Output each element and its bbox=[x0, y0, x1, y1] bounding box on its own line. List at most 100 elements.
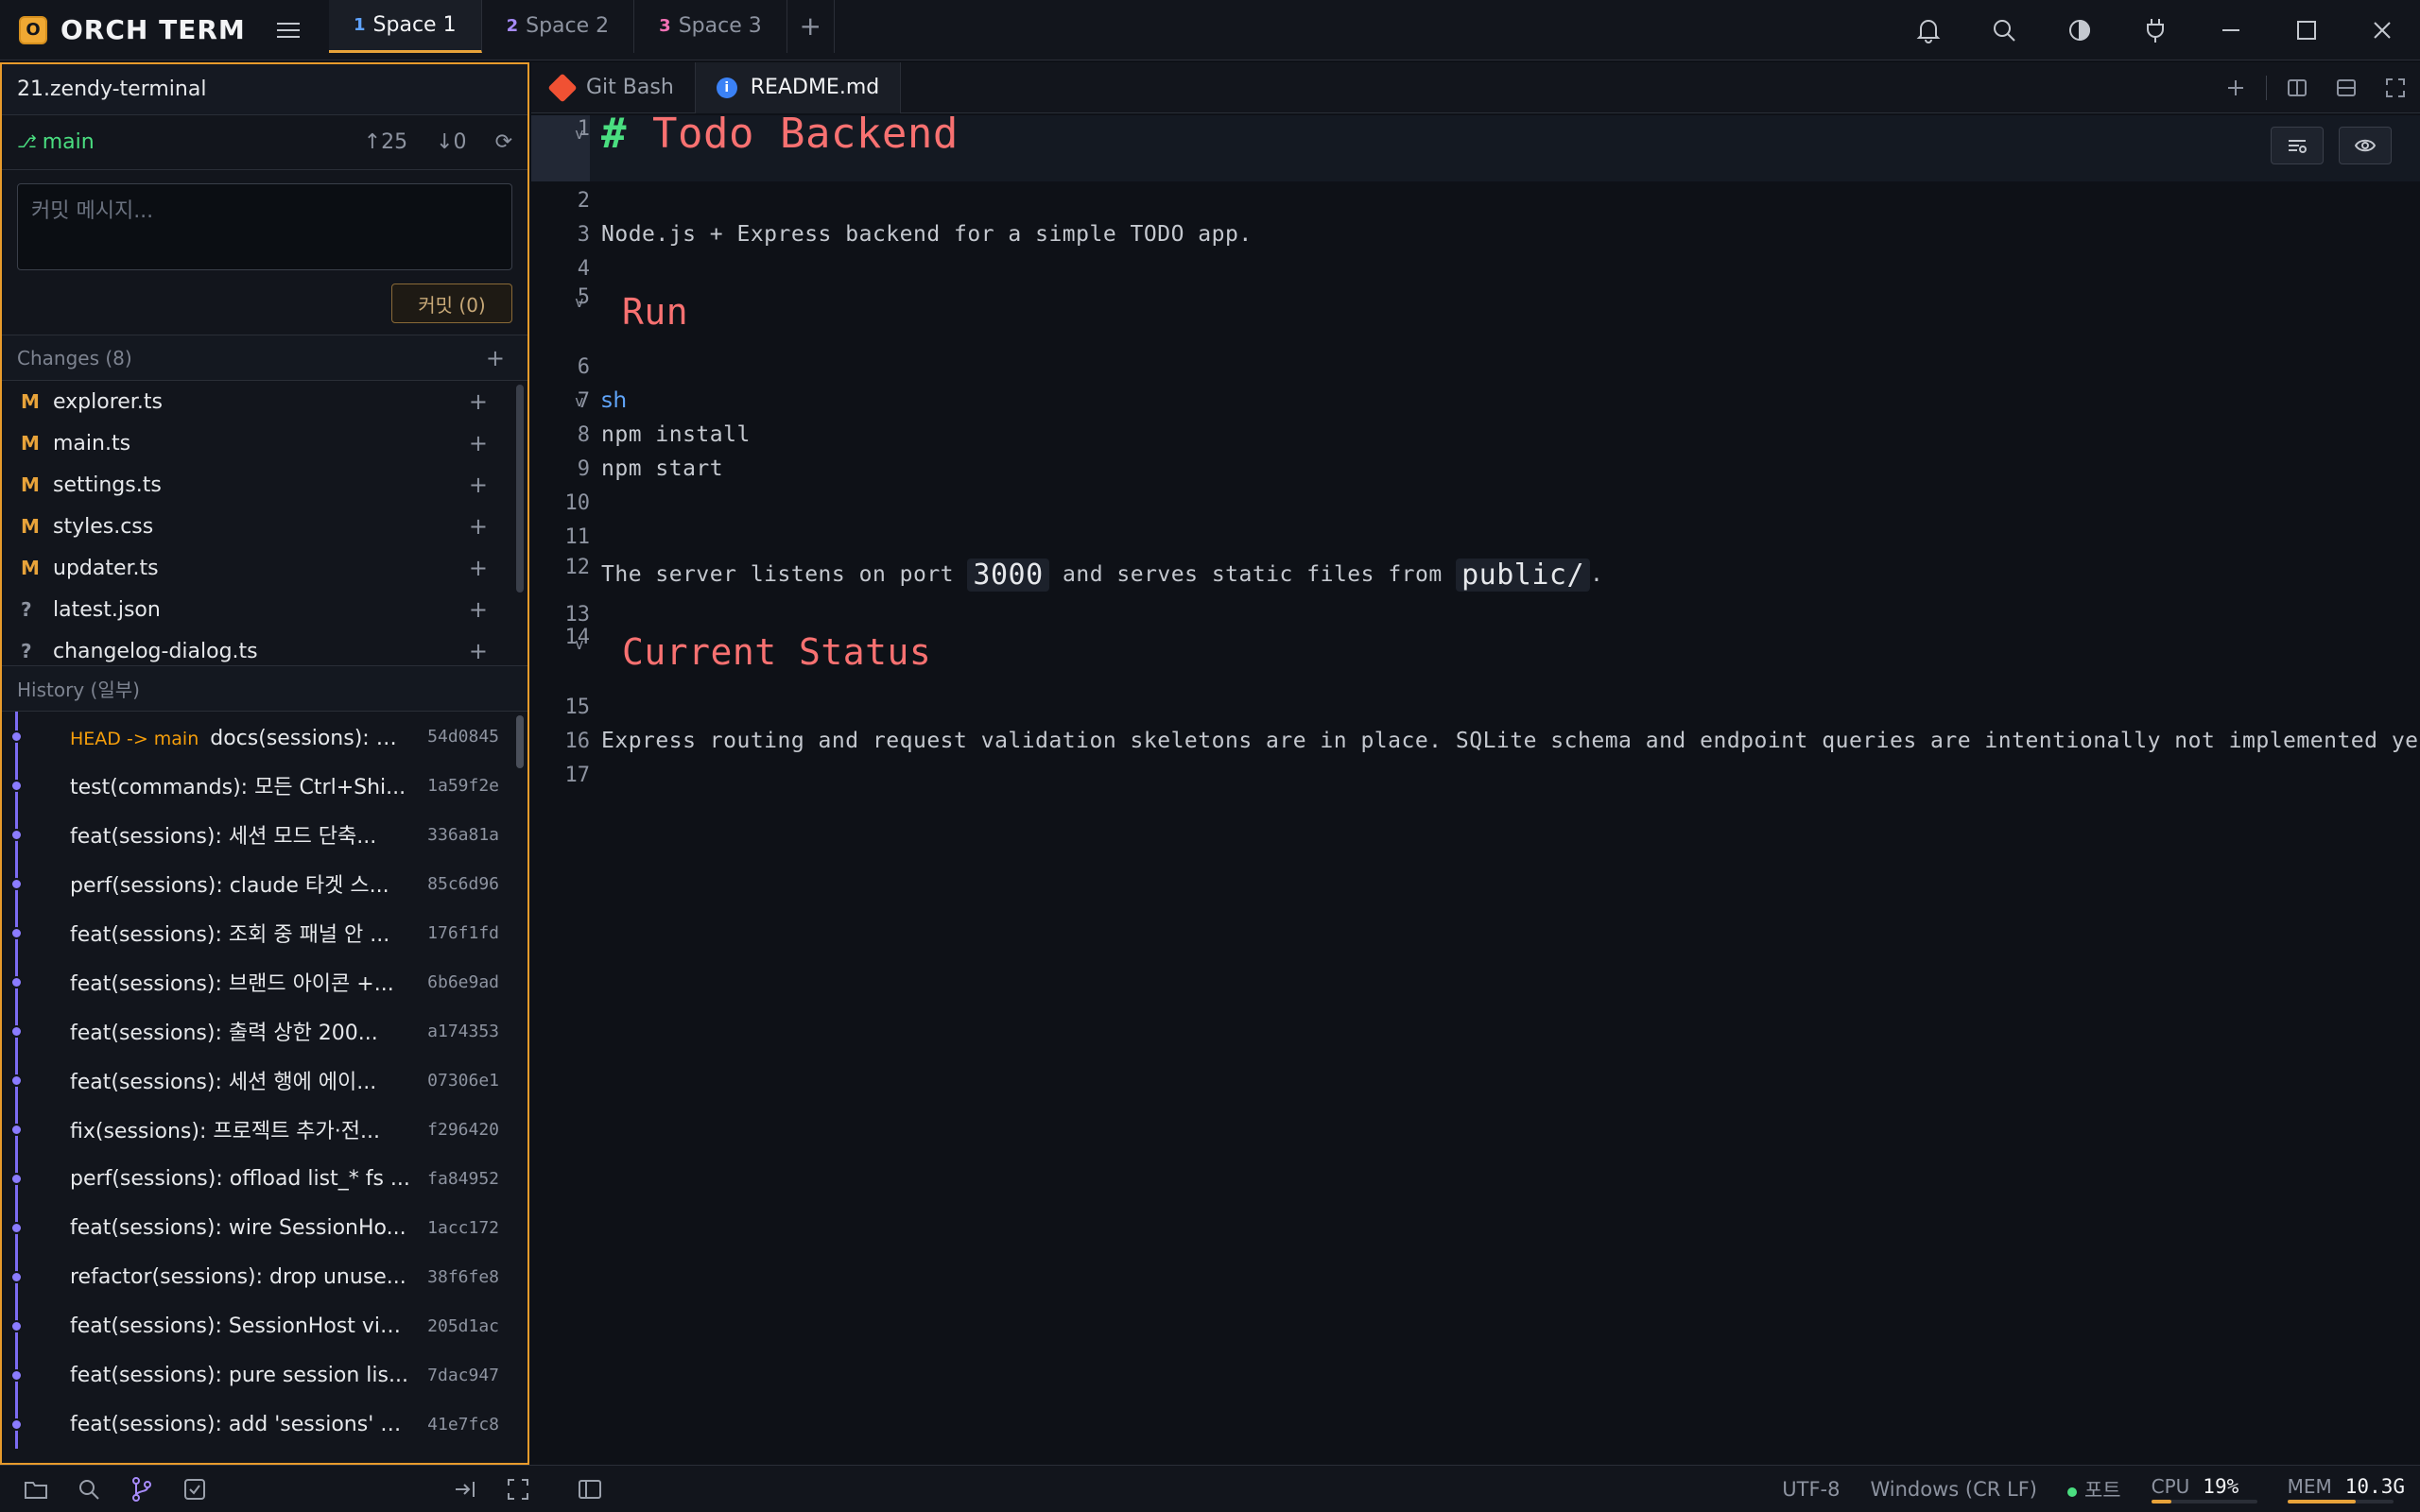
ports-indicator[interactable]: 포트 bbox=[2066, 1475, 2121, 1503]
commit-button[interactable]: 커밋 (0) bbox=[391, 284, 512, 323]
branch-icon: ⎇ bbox=[17, 132, 37, 152]
change-item[interactable]: Mupdater.ts + bbox=[2, 547, 527, 589]
refresh-icon[interactable]: ⟳ bbox=[495, 130, 512, 154]
editor-view-buttons bbox=[2256, 127, 2392, 164]
maximize-button[interactable] bbox=[2269, 0, 2344, 60]
history-commit-row[interactable]: feat(sessions): add 'sessions' s... 41e7f… bbox=[2, 1400, 527, 1449]
workspace-tab-2[interactable]: 2 Space 2 bbox=[482, 0, 635, 53]
theme-toggle-button[interactable] bbox=[2042, 0, 2118, 60]
history-commit-row[interactable]: feat(sessions): 세션 행에 에이... 07306e1 bbox=[2, 1056, 527, 1105]
preview-button[interactable] bbox=[2339, 127, 2392, 164]
outline-button[interactable] bbox=[2271, 127, 2324, 164]
stage-file-button[interactable]: + bbox=[469, 638, 488, 664]
stage-file-button[interactable]: + bbox=[469, 596, 488, 623]
collapse-panel-button[interactable] bbox=[439, 1466, 492, 1512]
workspace-tab-number: 3 bbox=[659, 16, 671, 36]
file-status: ? bbox=[21, 598, 32, 621]
history-commit-row[interactable]: feat(sessions): wire SessionHo... 1acc172 bbox=[2, 1203, 527, 1252]
line-number: 4 bbox=[577, 256, 590, 281]
plug-icon bbox=[2147, 19, 2164, 43]
line-number: 13 bbox=[564, 602, 591, 627]
workspace-tab-1[interactable]: 1 Space 1 bbox=[329, 0, 482, 53]
text-segment: The server listens on port bbox=[601, 562, 955, 587]
ahead-count[interactable]: ↑25 bbox=[364, 130, 407, 154]
markdown-editor[interactable]: 1 v # Todo Backend 2 3 Node.js + Express… bbox=[531, 115, 2420, 1465]
stage-file-button[interactable]: + bbox=[469, 388, 488, 415]
history-commit-row[interactable]: perf(sessions): claude 타겟 스... 85c6d96 bbox=[2, 859, 527, 908]
fullscreen-icon bbox=[508, 1478, 528, 1500]
focus-mode-button[interactable] bbox=[492, 1466, 544, 1512]
close-button[interactable] bbox=[2344, 0, 2420, 60]
history-commit-row[interactable]: feat(sessions): 조회 중 패널 안 ... 176f1fd bbox=[2, 908, 527, 957]
tasks-button[interactable] bbox=[168, 1466, 221, 1512]
minimize-button[interactable] bbox=[2193, 0, 2269, 60]
fold-chevron-icon[interactable]: v bbox=[575, 635, 584, 653]
fullscreen-button[interactable] bbox=[2371, 62, 2420, 113]
sidebar-icon bbox=[579, 1479, 601, 1499]
history-commit-row[interactable]: fix(sessions): 프로젝트 추가·전... f296420 bbox=[2, 1105, 527, 1154]
commit-hash: 07306e1 bbox=[427, 1070, 499, 1091]
add-workspace-button[interactable]: + bbox=[787, 0, 835, 53]
workspace-tab-label: Space 2 bbox=[526, 14, 610, 38]
source-control-button[interactable] bbox=[115, 1466, 168, 1512]
plugins-button[interactable] bbox=[2118, 0, 2193, 60]
change-item[interactable]: Mmain.ts + bbox=[2, 422, 527, 464]
branch-selector[interactable]: ⎇ main bbox=[17, 130, 95, 154]
history-scrollbar[interactable] bbox=[516, 715, 524, 768]
search-panel-button[interactable] bbox=[62, 1466, 115, 1512]
stage-file-button[interactable]: + bbox=[469, 472, 488, 498]
change-item[interactable]: Msettings.ts + bbox=[2, 464, 527, 506]
stage-all-button[interactable]: + bbox=[486, 345, 505, 371]
commit-hash: 54d0845 bbox=[427, 726, 499, 747]
history-commit-row[interactable]: test(commands): 모든 Ctrl+Shi... 1a59f2e bbox=[2, 761, 527, 810]
line-number: 6 bbox=[577, 354, 590, 379]
toggle-sidebar-button[interactable] bbox=[563, 1466, 616, 1512]
commit-message-input[interactable] bbox=[17, 183, 512, 270]
stage-file-button[interactable]: + bbox=[469, 430, 488, 456]
bell-icon bbox=[1916, 20, 1941, 43]
graph-node bbox=[10, 1369, 23, 1382]
history-commit-row[interactable]: feat(sessions): 세션 모드 단축... 336a81a bbox=[2, 810, 527, 859]
split-horizontal-button[interactable] bbox=[2322, 62, 2371, 113]
fold-chevron-icon[interactable]: v bbox=[575, 293, 584, 311]
change-item[interactable]: Mexplorer.ts + bbox=[2, 381, 527, 422]
commit-message: refactor(sessions): drop unuse... bbox=[70, 1264, 406, 1289]
fold-chevron-icon[interactable]: v bbox=[575, 125, 584, 143]
changes-header[interactable]: Changes (8) + bbox=[2, 335, 527, 381]
minimize-icon bbox=[2222, 29, 2239, 31]
workspace-tab-number: 1 bbox=[354, 14, 366, 35]
stage-file-button[interactable]: + bbox=[469, 555, 488, 581]
change-item[interactable]: ? latest.json + bbox=[2, 589, 527, 630]
fold-chevron-icon[interactable]: v bbox=[575, 392, 584, 410]
app-logo-icon: O bbox=[19, 15, 47, 44]
history-commit-row[interactable]: HEAD -> main docs(sessions): 세... 54d0845 bbox=[2, 712, 527, 761]
notifications-button[interactable] bbox=[1891, 0, 1966, 60]
history-commit-row[interactable]: perf(sessions): offload list_* fs ... fa8… bbox=[2, 1154, 527, 1203]
mem-value: 10.3G bbox=[2344, 1475, 2405, 1498]
stage-file-button[interactable]: + bbox=[469, 513, 488, 540]
split-vertical-button[interactable] bbox=[2273, 62, 2322, 113]
line-ending-indicator[interactable]: Windows (CR LF) bbox=[1870, 1478, 2037, 1501]
history-commit-row[interactable]: feat(sessions): 브랜드 아이콘 +... 6b6e9ad bbox=[2, 957, 527, 1006]
change-item[interactable]: ? changelog-dialog.ts + bbox=[2, 630, 527, 665]
commit-message: feat(sessions): 세션 행에 에이... bbox=[70, 1071, 377, 1094]
new-tab-button[interactable] bbox=[2211, 62, 2260, 113]
workspace-tab-3[interactable]: 3 Space 3 bbox=[634, 0, 787, 53]
behind-count[interactable]: ↓0 bbox=[436, 130, 466, 154]
changes-scrollbar[interactable] bbox=[516, 385, 524, 593]
tab-readme[interactable]: i README.md bbox=[695, 61, 902, 113]
split-horizontal-icon bbox=[2337, 78, 2356, 96]
menu-button[interactable] bbox=[255, 0, 321, 60]
explorer-button[interactable] bbox=[9, 1466, 62, 1512]
encoding-indicator[interactable]: UTF-8 bbox=[1782, 1478, 1840, 1501]
tab-git-bash[interactable]: Git Bash bbox=[531, 61, 696, 113]
history-commit-row[interactable]: feat(sessions): SessionHost vie... 205d1a… bbox=[2, 1301, 527, 1350]
search-button[interactable] bbox=[1966, 0, 2042, 60]
file-name: main.ts bbox=[53, 431, 131, 455]
graph-node bbox=[10, 1025, 23, 1038]
commit-hash: 176f1fd bbox=[427, 922, 499, 943]
history-commit-row[interactable]: feat(sessions): 출력 상한 200... a174353 bbox=[2, 1006, 527, 1056]
change-item[interactable]: Mstyles.css + bbox=[2, 506, 527, 547]
history-commit-row[interactable]: feat(sessions): pure session lis... 7dac9… bbox=[2, 1350, 527, 1400]
history-commit-row[interactable]: refactor(sessions): drop unuse... 38f6fe8 bbox=[2, 1252, 527, 1301]
